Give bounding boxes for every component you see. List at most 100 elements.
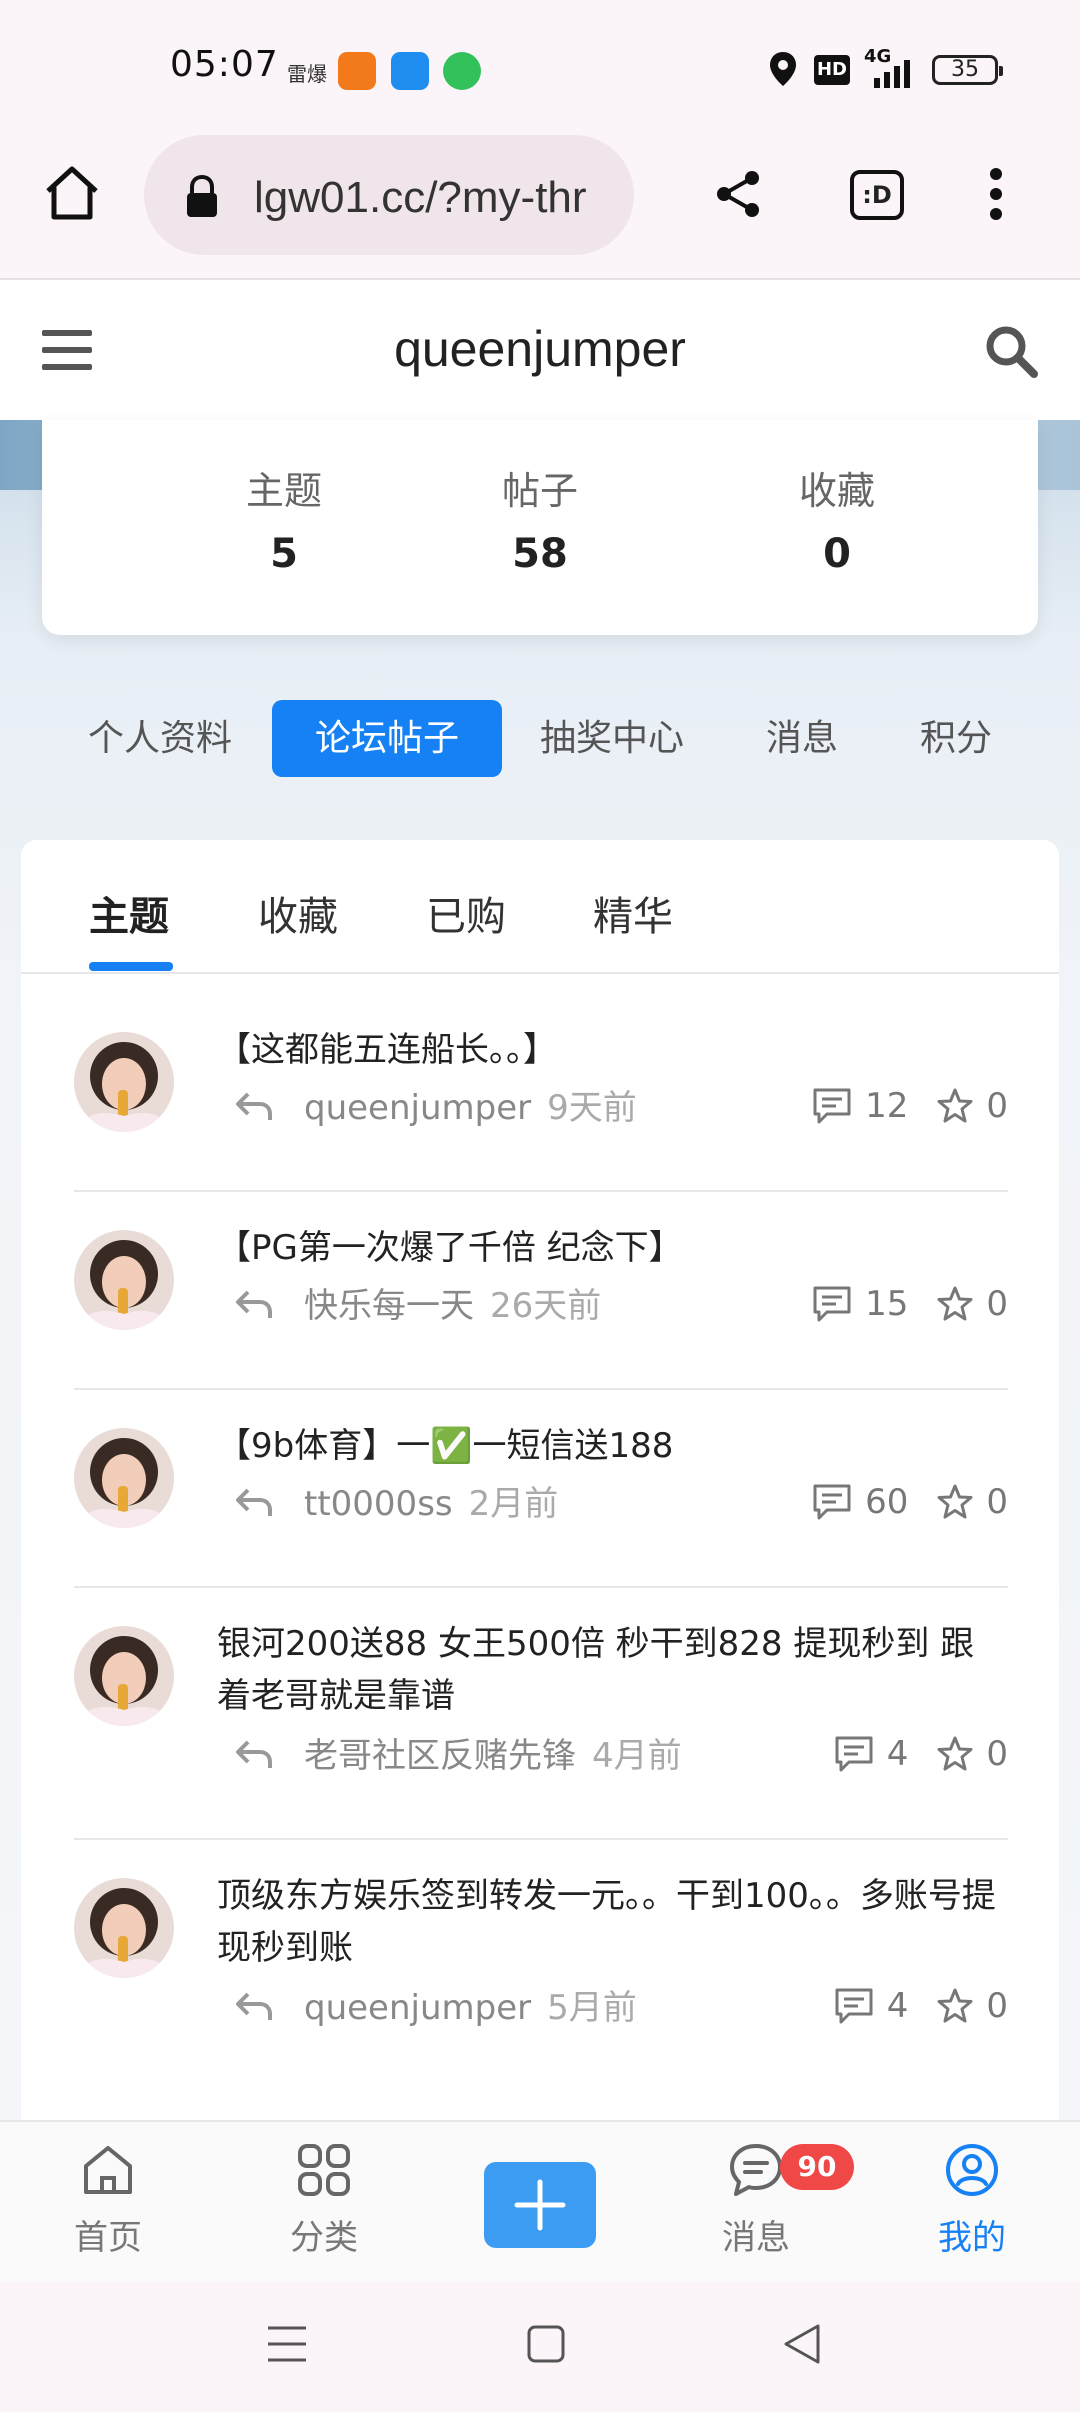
share-icon[interactable] <box>712 168 764 220</box>
favorite-count: 0 <box>986 1284 1008 1324</box>
avatar-image <box>74 1230 174 1330</box>
post-stats: 4 0 <box>833 1986 1008 2026</box>
avatar[interactable] <box>74 1230 174 1330</box>
carrier-icon: 雷爆 <box>287 62 327 86</box>
post-stats: 4 0 <box>833 1734 1008 1774</box>
stat-value: 5 <box>270 531 298 577</box>
comment-icon <box>835 1736 873 1772</box>
avatar-image <box>74 1428 174 1528</box>
home-button-icon[interactable] <box>526 2324 566 2364</box>
grid-icon <box>298 2144 350 2196</box>
nav-label: 分类 <box>290 2218 358 2258</box>
post-meta: tt0000ss 2月前 <box>304 1476 558 1525</box>
avatar[interactable] <box>74 1878 174 1978</box>
avatar[interactable] <box>74 1626 174 1726</box>
nav-label: 消息 <box>722 2218 790 2258</box>
bottom-nav: 首页 分类 消息 90 我的 <box>0 2120 1080 2282</box>
stat-favorites[interactable]: 收藏 0 <box>737 460 937 577</box>
stat-posts[interactable]: 帖子 58 <box>440 460 640 577</box>
tab-lottery-center[interactable]: 抽奖中心 <box>532 700 692 777</box>
star-icon[interactable] <box>936 1483 974 1521</box>
post-title[interactable]: 【9b体育】一✅一短信送188 <box>217 1420 997 1472</box>
list-item[interactable]: 顶级东方娱乐签到转发一元。。干到100。。多账号提现秒到账 queenjumpe… <box>74 1840 1008 2100</box>
post-title[interactable]: 【PG第一次爆了千倍 纪念下】 <box>217 1222 997 1274</box>
star-icon[interactable] <box>936 1285 974 1323</box>
page-title: queenjumper <box>394 321 686 377</box>
star-icon[interactable] <box>936 1735 974 1773</box>
stat-label: 收藏 <box>798 469 875 513</box>
tab-profile-info[interactable]: 个人资料 <box>80 700 240 777</box>
nav-home[interactable]: 首页 <box>28 2142 188 2259</box>
subtab-featured[interactable]: 精华 <box>593 884 673 942</box>
post-time: 9天前 <box>547 1088 637 1128</box>
active-tab-indicator <box>89 962 173 971</box>
tab-forum-posts[interactable]: 论坛帖子 <box>272 700 502 777</box>
home-icon[interactable] <box>42 163 102 223</box>
tab-switch-icon[interactable]: :D <box>850 170 904 220</box>
post-meta: 快乐每一天 26天前 <box>304 1278 601 1327</box>
lock-icon <box>187 175 217 217</box>
signal-icon <box>874 60 910 88</box>
avatar-image <box>74 1878 174 1978</box>
stat-label: 帖子 <box>501 469 578 513</box>
list-item[interactable]: 【PG第一次爆了千倍 纪念下】 快乐每一天 26天前 15 0 <box>74 1192 1008 1390</box>
reply-icon <box>236 1290 272 1318</box>
avatar[interactable] <box>74 1428 174 1528</box>
list-item[interactable]: 【这都能五连船长。。】 queenjumper 9天前 12 0 <box>74 1012 1008 1192</box>
post-author[interactable]: queenjumper <box>304 1088 531 1128</box>
post-title[interactable]: 【这都能五连船长。。】 <box>217 1024 997 1076</box>
location-icon <box>770 52 796 86</box>
subtab-purchased[interactable]: 已购 <box>426 884 506 942</box>
star-icon[interactable] <box>936 1987 974 2025</box>
post-time: 2月前 <box>468 1484 559 1524</box>
subtab-favorites[interactable]: 收藏 <box>258 884 338 942</box>
star-icon[interactable] <box>936 1087 974 1125</box>
favorite-count: 0 <box>986 1482 1008 1522</box>
comment-icon <box>813 1286 851 1322</box>
list-item[interactable]: 银河200送88 女王500倍 秒干到828 提现秒到 跟着老哥就是靠谱 老哥社… <box>74 1588 1008 1840</box>
forum-header: queenjumper <box>0 282 1080 420</box>
nav-categories[interactable]: 分类 <box>244 2142 404 2259</box>
post-author[interactable]: 快乐每一天 <box>304 1286 474 1326</box>
post-meta: 老哥社区反赌先锋 4月前 <box>304 1728 682 1777</box>
hd-icon: HD <box>814 55 850 85</box>
post-author[interactable]: 老哥社区反赌先锋 <box>304 1736 576 1776</box>
post-stats: 12 0 <box>811 1086 1008 1126</box>
add-post-button[interactable] <box>484 2162 596 2248</box>
app-notification-icon <box>338 52 376 90</box>
reply-icon <box>236 1488 272 1516</box>
tab-messages[interactable]: 消息 <box>752 700 852 777</box>
post-author[interactable]: queenjumper <box>304 1988 531 2028</box>
reply-icon <box>236 1992 272 2020</box>
avatar-image <box>74 1626 174 1726</box>
back-icon[interactable] <box>782 2322 822 2366</box>
avatar[interactable] <box>74 1032 174 1132</box>
post-time: 4月前 <box>592 1736 682 1776</box>
list-item[interactable]: 【9b体育】一✅一短信送188 tt0000ss 2月前 60 0 <box>74 1390 1008 1588</box>
chat-icon <box>730 2144 782 2196</box>
stat-value: 58 <box>512 531 568 577</box>
post-author[interactable]: tt0000ss <box>304 1484 453 1524</box>
posts-card: 主题 收藏 已购 精华 【这都能五连船长。。】 queenjumper 9天前 1… <box>21 840 1059 2120</box>
home-icon <box>84 2146 132 2194</box>
nav-me[interactable]: 我的 <box>892 2142 1052 2259</box>
post-title[interactable]: 顶级东方娱乐签到转发一元。。干到100。。多账号提现秒到账 <box>217 1870 997 1974</box>
reply-count: 12 <box>865 1086 909 1126</box>
comment-icon <box>835 1988 873 2024</box>
subtab-topics[interactable]: 主题 <box>89 884 169 942</box>
avatar-image <box>74 1032 174 1132</box>
reply-count: 4 <box>886 1734 909 1774</box>
nav-label: 我的 <box>938 2218 1006 2258</box>
stat-topics[interactable]: 主题 5 <box>184 460 384 577</box>
search-icon[interactable] <box>984 324 1038 378</box>
more-vert-icon[interactable] <box>982 166 1010 222</box>
reply-icon <box>236 1740 272 1768</box>
unread-badge: 90 <box>780 2144 854 2190</box>
reply-count: 4 <box>886 1986 909 2026</box>
battery-icon: 35 <box>932 55 1003 85</box>
post-title[interactable]: 银河200送88 女王500倍 秒干到828 提现秒到 跟着老哥就是靠谱 <box>217 1618 997 1722</box>
plus-icon <box>514 2179 566 2231</box>
url-bar[interactable]: lgw01.cc/?my-thr <box>144 135 634 255</box>
tab-points[interactable]: 积分 <box>906 700 1006 777</box>
recent-apps-icon[interactable] <box>266 2324 308 2364</box>
